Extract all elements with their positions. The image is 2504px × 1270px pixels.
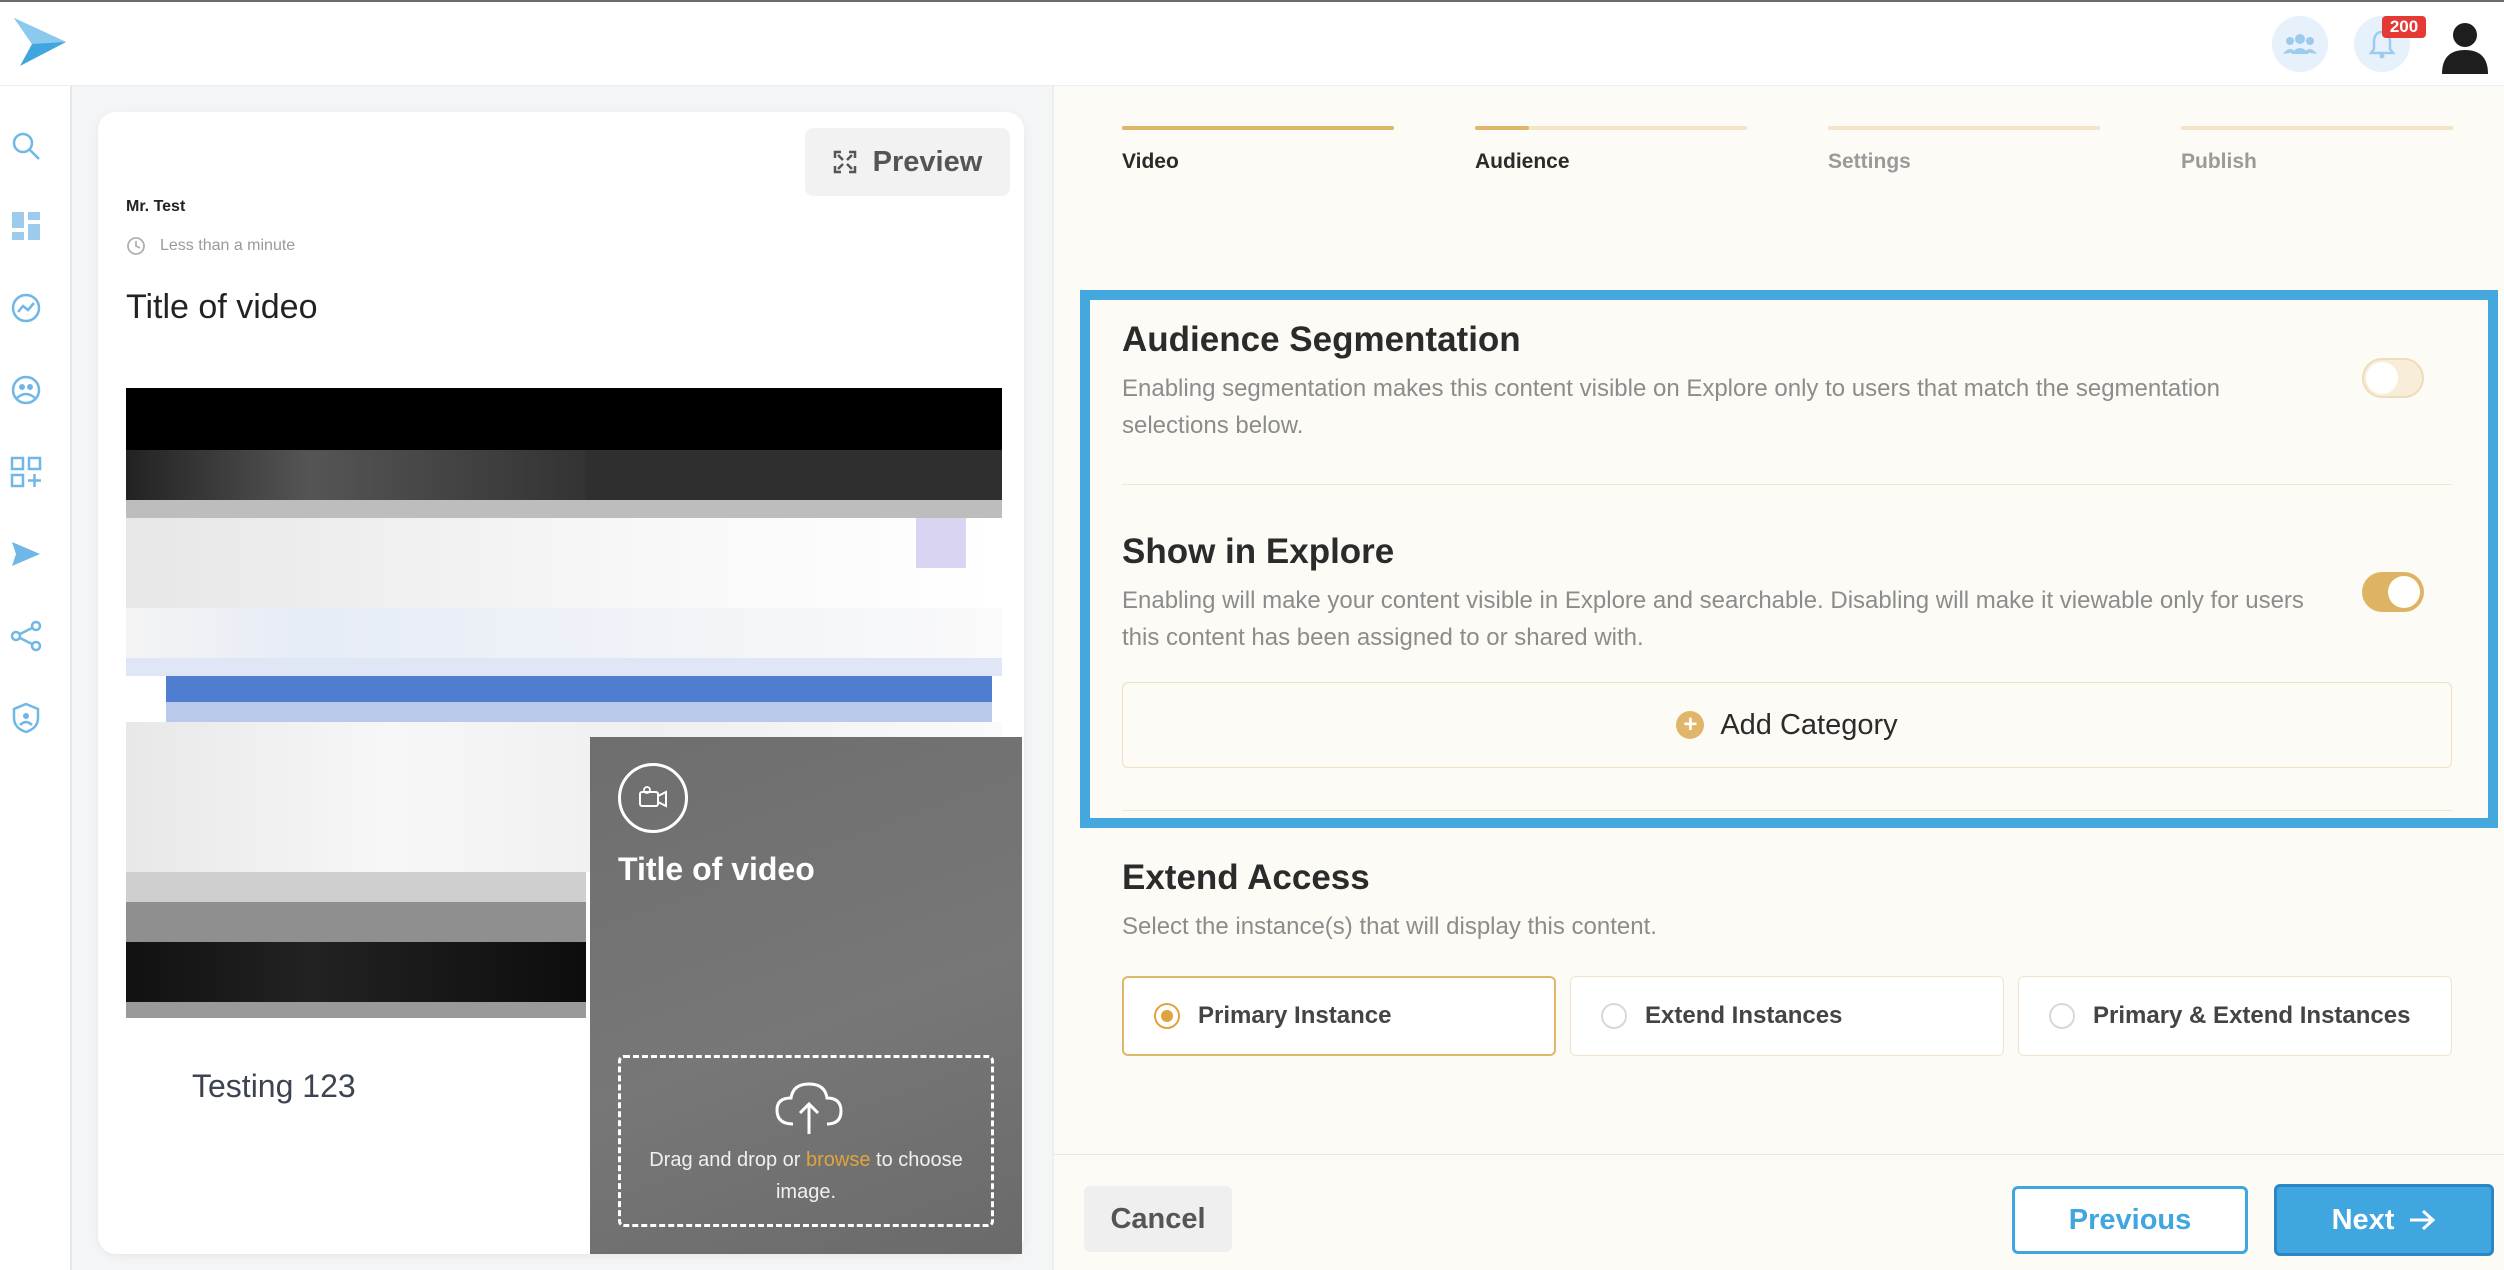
video-title: Title of video xyxy=(126,288,318,326)
step-settings-progress xyxy=(1828,126,2100,130)
step-publish[interactable]: Publish xyxy=(2181,126,2453,174)
sidebar xyxy=(0,86,72,1270)
send-arrow-logo-icon[interactable] xyxy=(12,16,68,68)
expand-icon xyxy=(833,150,856,174)
shield-icon[interactable] xyxy=(10,702,42,734)
primary-instance-radio[interactable] xyxy=(1154,1003,1180,1029)
step-publish-label: Publish xyxy=(2181,150,2257,173)
share-icon[interactable] xyxy=(10,620,42,652)
preview-button-label: Preview xyxy=(872,145,983,178)
cover-title: Title of video xyxy=(618,851,815,887)
people-icon[interactable] xyxy=(10,374,42,406)
clock-icon xyxy=(127,237,145,255)
step-settings[interactable]: Settings xyxy=(1828,126,2100,174)
duration-text: Less than a minute xyxy=(160,237,296,254)
primary-extend-instances-option[interactable]: Primary & Extend Instances xyxy=(2018,976,2452,1056)
step-settings-label: Settings xyxy=(1828,150,1911,173)
author-name: Mr. Test xyxy=(126,198,186,215)
image-dropzone[interactable]: Drag and drop or browse to choose image. xyxy=(618,1055,994,1227)
step-video-label: Video xyxy=(1122,150,1179,173)
cover-image-card: Title of video Drag and drop or browse t… xyxy=(590,737,1022,1254)
extend-instances-label: Extend Instances xyxy=(1645,1002,1843,1029)
primary-instance-label: Primary Instance xyxy=(1198,1002,1392,1029)
preview-button[interactable]: Preview xyxy=(805,128,1010,196)
arrow-right-icon xyxy=(2410,1209,2436,1231)
notification-count-badge: 200 xyxy=(2382,16,2426,38)
dropzone-text-prefix: Drag and drop or xyxy=(649,1149,806,1171)
cancel-button[interactable]: Cancel xyxy=(1084,1186,1232,1252)
primary-extend-instances-label: Primary & Extend Instances xyxy=(2093,1002,2411,1029)
step-video[interactable]: Video xyxy=(1122,126,1394,174)
primary-instance-option[interactable]: Primary Instance xyxy=(1122,976,1556,1056)
dropzone-text: Drag and drop or browse to choose image. xyxy=(621,1144,991,1208)
highlight-box xyxy=(1080,290,2498,828)
step-audience-progress xyxy=(1475,126,1747,130)
extend-instances-option[interactable]: Extend Instances xyxy=(1570,976,2004,1056)
send-icon[interactable] xyxy=(10,538,42,570)
top-bar: 200 xyxy=(0,2,2504,86)
user-avatar-icon[interactable] xyxy=(2440,20,2490,74)
browse-link[interactable]: browse xyxy=(806,1149,870,1171)
cloud-upload-icon xyxy=(775,1082,843,1134)
dashboard-icon[interactable] xyxy=(10,210,42,242)
previous-button[interactable]: Previous xyxy=(2012,1186,2248,1254)
video-description: Testing 123 xyxy=(192,1068,356,1104)
extend-access-description: Select the instance(s) that will display… xyxy=(1122,913,1657,940)
video-camera-icon xyxy=(618,763,688,833)
extend-instances-radio[interactable] xyxy=(1601,1003,1627,1029)
primary-extend-instances-radio[interactable] xyxy=(2049,1003,2075,1029)
duration-meta: Less than a minute xyxy=(126,236,295,256)
footer-divider xyxy=(1054,1154,2504,1155)
search-icon[interactable] xyxy=(10,130,42,162)
group-icon[interactable] xyxy=(2272,16,2328,72)
next-button[interactable]: Next xyxy=(2274,1184,2494,1256)
cancel-button-label: Cancel xyxy=(1110,1202,1206,1235)
step-audience-label: Audience xyxy=(1475,150,1570,173)
step-publish-progress xyxy=(2181,126,2453,130)
previous-button-label: Previous xyxy=(2068,1203,2192,1236)
extend-access-title: Extend Access xyxy=(1122,858,1370,897)
next-button-label: Next xyxy=(2331,1203,2395,1236)
analytics-icon[interactable] xyxy=(10,292,42,324)
step-audience[interactable]: Audience xyxy=(1475,126,1747,174)
step-video-progress xyxy=(1122,126,1394,130)
add-widget-icon[interactable] xyxy=(10,456,42,488)
